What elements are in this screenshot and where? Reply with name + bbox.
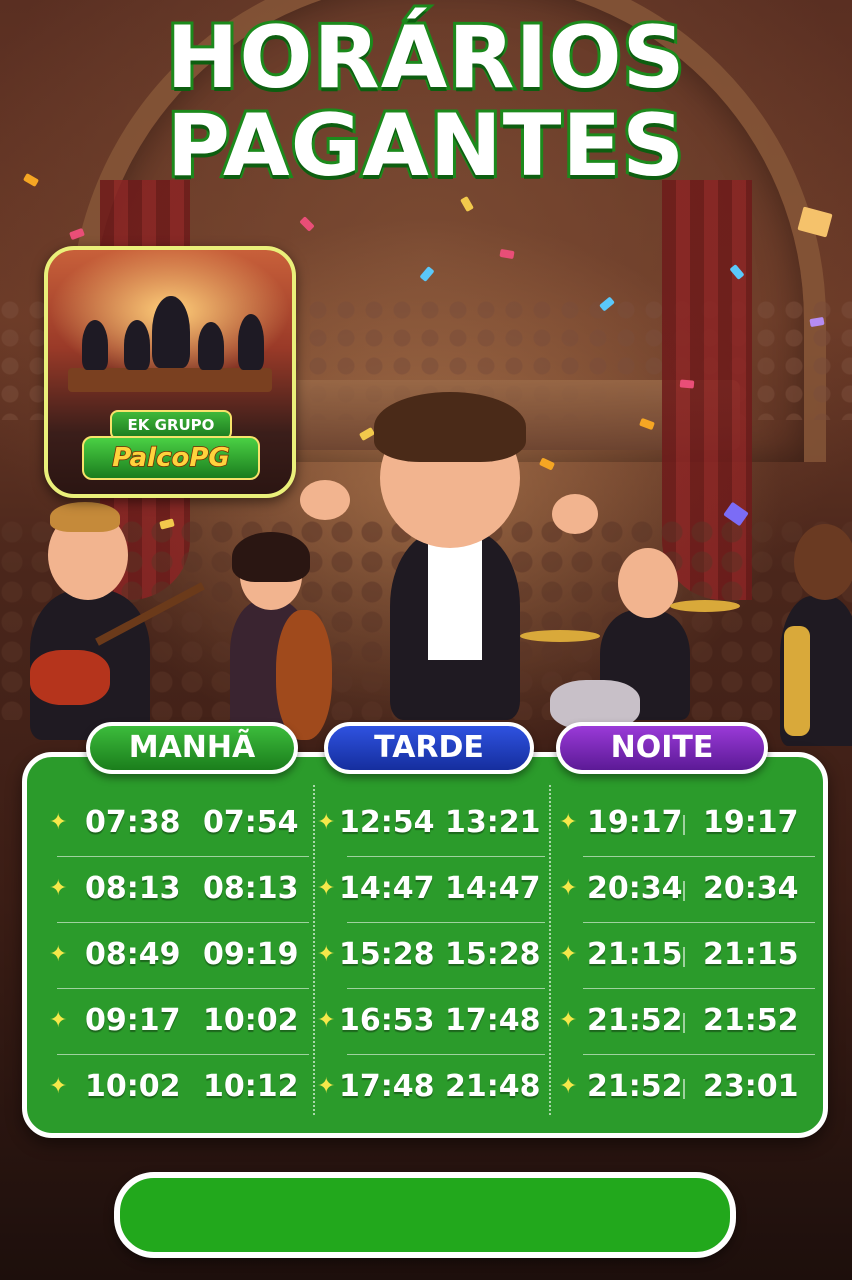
time-start: 21:52 xyxy=(587,1069,683,1104)
time-start: 12:54 xyxy=(339,805,435,840)
logo-musician xyxy=(238,314,264,370)
sparkle-icon: ✦ xyxy=(317,942,336,967)
time-row: ✦ 08:13 08:13 xyxy=(27,857,317,923)
time-row: ✦ 16:53 17:48 xyxy=(317,989,553,1055)
sparkle-icon: ✦ xyxy=(317,1074,336,1099)
time-end: 08:13 xyxy=(203,871,299,906)
time-row: ✦ 14:47 14:47 xyxy=(317,857,553,923)
sparkle-icon: ✦ xyxy=(559,1074,578,1099)
time-end: 21:15 xyxy=(703,937,799,972)
time-separator xyxy=(683,947,685,967)
time-separator xyxy=(683,881,685,901)
logo-stage xyxy=(68,368,272,392)
time-start: 08:49 xyxy=(85,937,181,972)
time-end: 15:28 xyxy=(445,937,541,972)
palcopg-logo[interactable]: EK GRUPO PalcoPG xyxy=(44,246,296,498)
period-tab-tarde[interactable]: TARDE xyxy=(324,722,534,774)
time-end: 17:48 xyxy=(445,1003,541,1038)
time-row: ✦ 10:02 10:12 xyxy=(27,1055,317,1121)
time-end: 13:21 xyxy=(445,805,541,840)
time-row: ✦ 20:34 20:34 xyxy=(553,857,823,923)
period-tab-noite[interactable]: NOITE xyxy=(556,722,768,774)
sparkle-icon: ✦ xyxy=(49,810,68,835)
schedule-column-1: ✦ 12:54 13:21 ✦ 14:47 14:47 ✦ 15:28 15:28 ✦ 16:53 1… xyxy=(317,757,553,1133)
time-start: 21:15 xyxy=(587,937,683,972)
saxophonist-figure xyxy=(770,516,852,746)
sparkle-icon: ✦ xyxy=(49,876,68,901)
time-start: 07:38 xyxy=(85,805,181,840)
action-button[interactable] xyxy=(114,1172,736,1258)
time-start: 09:17 xyxy=(85,1003,181,1038)
time-end: 19:17 xyxy=(703,805,799,840)
sparkle-icon: ✦ xyxy=(49,1074,68,1099)
time-end: 09:19 xyxy=(203,937,299,972)
sparkle-icon: ✦ xyxy=(559,1008,578,1033)
time-row: ✦ 07:38 07:54 xyxy=(27,791,317,857)
schedule-column-2: ✦ 19:17 19:17 ✦ 20:34 20:34 ✦ 21:15 21:15 ✦ 21:52 2… xyxy=(553,757,823,1133)
time-end: 10:02 xyxy=(203,1003,299,1038)
sparkle-icon: ✦ xyxy=(559,810,578,835)
sparkle-icon: ✦ xyxy=(559,876,578,901)
sparkle-icon: ✦ xyxy=(559,942,578,967)
time-start: 21:52 xyxy=(587,1003,683,1038)
time-start: 10:02 xyxy=(85,1069,181,1104)
time-row: ✦ 08:49 09:19 xyxy=(27,923,317,989)
time-start: 14:47 xyxy=(339,871,435,906)
time-end: 07:54 xyxy=(203,805,299,840)
time-end: 21:52 xyxy=(703,1003,799,1038)
logo-musician xyxy=(198,322,224,370)
time-start: 17:48 xyxy=(339,1069,435,1104)
sparkle-icon: ✦ xyxy=(317,810,336,835)
time-row: ✦ 21:52 21:52 xyxy=(553,989,823,1055)
headline-line-2: PAGANTES xyxy=(164,96,687,196)
time-row: ✦ 17:48 21:48 xyxy=(317,1055,553,1121)
time-separator xyxy=(683,1013,685,1033)
logo-brand-name: PalcoPG xyxy=(82,436,260,480)
logo-musician xyxy=(124,320,150,370)
time-end: 20:34 xyxy=(703,871,799,906)
time-end: 23:01 xyxy=(703,1069,799,1104)
sparkle-icon: ✦ xyxy=(49,942,68,967)
time-end: 10:12 xyxy=(203,1069,299,1104)
schedule-panel: ✦ 07:38 07:54 ✦ 08:13 08:13 ✦ 08:49 09:19 ✦ 09:17 1… xyxy=(22,752,828,1138)
guitarist-figure xyxy=(10,500,205,740)
time-start: 19:17 xyxy=(587,805,683,840)
time-start: 15:28 xyxy=(339,937,435,972)
time-separator xyxy=(683,1079,685,1099)
headline-line-1: HORÁRIOS xyxy=(163,8,687,108)
time-start: 08:13 xyxy=(85,871,181,906)
time-row: ✦ 21:15 21:15 xyxy=(553,923,823,989)
sparkle-icon: ✦ xyxy=(49,1008,68,1033)
time-row: ✦ 15:28 15:28 xyxy=(317,923,553,989)
sparkle-icon: ✦ xyxy=(317,876,336,901)
time-end: 21:48 xyxy=(445,1069,541,1104)
confetti xyxy=(679,379,695,389)
time-separator xyxy=(683,815,685,835)
time-start: 20:34 xyxy=(587,871,683,906)
time-end: 14:47 xyxy=(445,871,541,906)
schedule-column-0: ✦ 07:38 07:54 ✦ 08:13 08:13 ✦ 08:49 09:19 ✦ 09:17 1… xyxy=(27,757,317,1133)
logo-musician xyxy=(82,320,108,370)
time-start: 16:53 xyxy=(339,1003,435,1038)
sparkle-icon: ✦ xyxy=(317,1008,336,1033)
period-tab-manha[interactable]: MANHÃ xyxy=(86,722,298,774)
time-row: ✦ 19:17 19:17 xyxy=(553,791,823,857)
time-row: ✦ 12:54 13:21 xyxy=(317,791,553,857)
logo-musician xyxy=(152,296,190,368)
drummer-figure xyxy=(520,540,740,730)
time-row: ✦ 21:52 23:01 xyxy=(553,1055,823,1121)
time-row: ✦ 09:17 10:02 xyxy=(27,989,317,1055)
